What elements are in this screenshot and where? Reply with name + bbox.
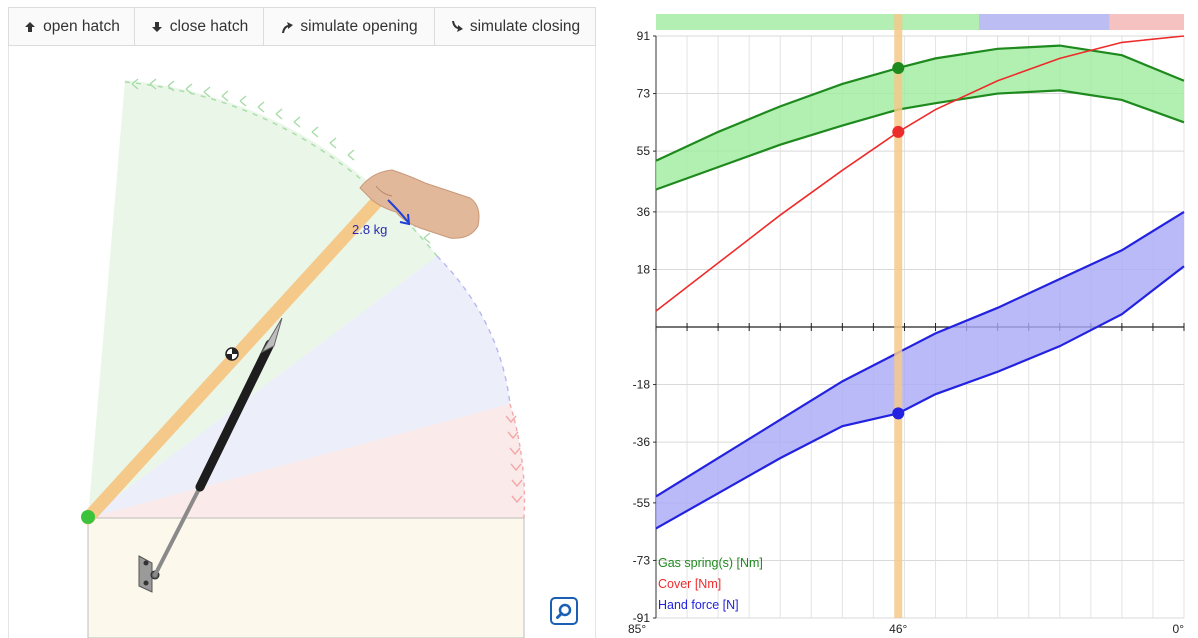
x-tick-label: 0° <box>1173 622 1185 636</box>
y-tick-label: 55 <box>637 144 651 158</box>
angle-cursor[interactable] <box>894 14 903 618</box>
series-marker-2 <box>892 407 905 420</box>
mass-label: 2.8 kg <box>352 222 387 237</box>
series-marker-0 <box>892 61 905 74</box>
legend-gas-spring: Gas spring(s) [Nm] <box>658 556 763 570</box>
hatch-simulation: 2.8 kg <box>81 78 526 638</box>
y-tick-label: 91 <box>637 29 651 43</box>
y-tick-label: -36 <box>633 435 651 449</box>
top-band-segment-2 <box>1109 14 1184 30</box>
y-tick-label: 73 <box>637 87 651 101</box>
y-tick-label: -55 <box>633 496 651 510</box>
x-tick-label: 85° <box>628 622 646 636</box>
center-of-mass-icon <box>225 347 239 361</box>
force-chart-panel: 91 73 55 36 18 -18 -36 -55 -73 -91 85° 46° 0° Gas s… <box>604 0 1198 638</box>
chart-grid <box>655 35 1185 619</box>
series-band-0 <box>656 45 1184 190</box>
hinge-pivot <box>81 510 95 524</box>
x-tick-label: 46° <box>889 622 907 636</box>
legend-hand-force: Hand force [N] <box>658 598 739 612</box>
legend-cover: Cover [Nm] <box>658 577 721 591</box>
y-tick-label: -18 <box>633 378 651 392</box>
y-tick-label: -73 <box>633 553 651 567</box>
zoom-icon <box>555 602 573 620</box>
top-band-segment-1 <box>979 14 1110 30</box>
y-axis-ticks: 9173553618-18-36-55-73-91 <box>633 29 656 625</box>
simulation-panel: open hatch close hatch simulate opening … <box>0 0 597 638</box>
top-band-segment-0 <box>656 14 980 30</box>
x-axis-ticks: 85° 46° 0° <box>628 622 1184 636</box>
y-tick-label: 36 <box>637 205 651 219</box>
series-marker-1 <box>892 125 905 138</box>
y-tick-label: 18 <box>637 262 651 276</box>
zoom-button[interactable] <box>550 597 578 625</box>
force-chart: 9173553618-18-36-55-73-91 85° 46° 0° Gas s… <box>628 14 1185 636</box>
legend: Gas spring(s) [Nm] Cover [Nm] Hand force… <box>658 556 763 612</box>
top-band <box>656 14 1184 30</box>
